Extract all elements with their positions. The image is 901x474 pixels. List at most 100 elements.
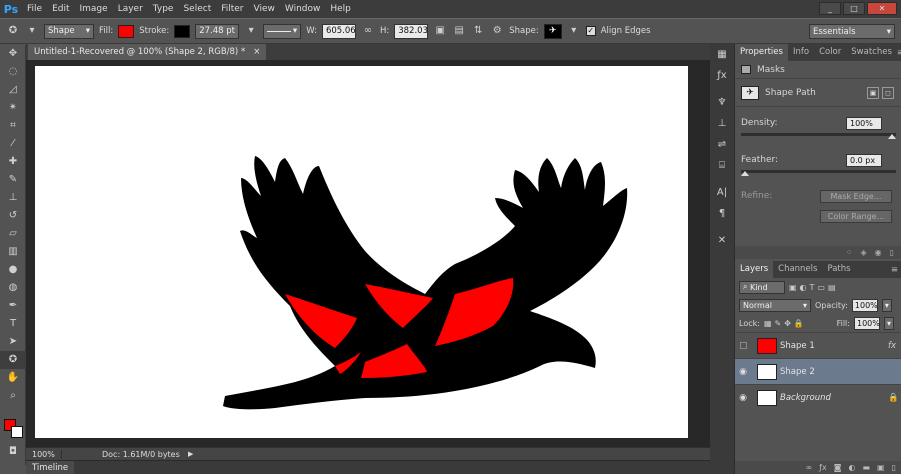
- menu-help[interactable]: Help: [325, 0, 356, 18]
- move-tool-icon[interactable]: ✥: [0, 45, 26, 63]
- layer-shape-2[interactable]: ◉ Shape 2: [735, 358, 901, 384]
- add-vector-mask-icon[interactable]: ◻: [882, 86, 894, 99]
- delete-layer-icon[interactable]: ▯: [892, 461, 896, 474]
- menu-file[interactable]: File: [22, 0, 47, 18]
- eye-icon[interactable]: ◉: [735, 393, 751, 403]
- tool-preset-dropdown-icon[interactable]: ▾: [25, 24, 39, 38]
- background-color-swatch[interactable]: [11, 426, 23, 438]
- new-group-icon[interactable]: ▬: [862, 461, 870, 474]
- layer-background[interactable]: ◉ Background 🔒: [735, 384, 901, 410]
- density-input[interactable]: 100%: [846, 116, 882, 130]
- eraser-tool-icon[interactable]: ▱: [0, 225, 26, 243]
- tab-color[interactable]: Color: [814, 44, 846, 61]
- menu-window[interactable]: Window: [280, 0, 326, 18]
- new-layer-icon[interactable]: ▣: [877, 461, 885, 474]
- workspace-select[interactable]: Essentials ▾: [809, 24, 895, 39]
- layer-shape-1[interactable]: Shape 1 fx: [735, 332, 901, 358]
- fx-panel-icon[interactable]: ƒx: [710, 65, 734, 86]
- path-operations-icon[interactable]: ▣: [433, 24, 447, 38]
- add-mask-icon[interactable]: ◙: [834, 461, 842, 474]
- lock-icons[interactable]: ▦✎✥🔒: [764, 319, 807, 328]
- menu-type[interactable]: Type: [148, 0, 179, 18]
- filter-icons[interactable]: ▣◐T▭▤: [789, 283, 839, 292]
- fill-swatch[interactable]: [118, 24, 135, 38]
- gradient-tool-icon[interactable]: ▥: [0, 243, 26, 261]
- close-button[interactable]: ✕: [867, 2, 897, 15]
- zoom-tool-icon[interactable]: ⌕: [0, 387, 26, 405]
- status-menu-arrow-icon[interactable]: ▶: [188, 450, 193, 458]
- density-slider-thumb[interactable]: [888, 134, 896, 139]
- link-layers-icon[interactable]: ∞: [805, 461, 812, 474]
- clone-stamp-tool-icon[interactable]: ⊥: [0, 189, 26, 207]
- new-adjustment-icon[interactable]: ◐: [848, 461, 855, 474]
- width-input[interactable]: 605.06: [321, 23, 356, 39]
- layer-filter-select[interactable]: ⌕ Kind: [739, 280, 785, 294]
- eye-icon[interactable]: ◉: [735, 367, 751, 377]
- history-brush-tool-icon[interactable]: ↺: [0, 207, 26, 225]
- stroke-swatch[interactable]: [174, 24, 191, 38]
- tab-layers[interactable]: Layers: [735, 261, 774, 278]
- menu-image[interactable]: Image: [75, 0, 113, 18]
- menu-select[interactable]: Select: [178, 0, 216, 18]
- shape-picker-dropdown-icon[interactable]: ▾: [567, 24, 581, 38]
- tab-swatches[interactable]: Swatches: [846, 44, 897, 61]
- opacity-input[interactable]: 100%: [851, 298, 878, 312]
- color-range-button[interactable]: Color Range...: [820, 209, 892, 223]
- tab-info[interactable]: Info: [788, 44, 814, 61]
- menu-view[interactable]: View: [249, 0, 280, 18]
- path-alignment-icon[interactable]: ▤: [452, 24, 466, 38]
- custom-shape-tool-icon[interactable]: ✪: [6, 24, 20, 38]
- brush-panel-icon[interactable]: ♆: [710, 92, 734, 113]
- load-selection-icon[interactable]: ⁘: [846, 246, 853, 259]
- add-pixel-mask-icon[interactable]: ▣: [867, 86, 879, 99]
- stroke-type-select[interactable]: ▾: [263, 23, 302, 39]
- path-arrangement-icon[interactable]: ⇅: [471, 24, 485, 38]
- tool-presets-panel-icon[interactable]: ⌸: [710, 155, 734, 176]
- dodge-tool-icon[interactable]: ◍: [0, 279, 26, 297]
- opacity-dropdown-icon[interactable]: ▾: [881, 298, 892, 312]
- marquee-tool-icon[interactable]: ◌: [0, 63, 26, 81]
- feather-input[interactable]: 0.0 px: [846, 153, 882, 167]
- fill-input[interactable]: 100%: [853, 316, 880, 330]
- density-slider[interactable]: [741, 133, 896, 139]
- lasso-tool-icon[interactable]: ◿: [0, 81, 26, 99]
- magic-wand-tool-icon[interactable]: ✴: [0, 99, 26, 117]
- crop-tool-icon[interactable]: ⌗: [0, 117, 26, 135]
- close-tab-icon[interactable]: ×: [253, 44, 260, 60]
- add-style-icon[interactable]: ƒx: [819, 461, 827, 474]
- menu-edit[interactable]: Edit: [47, 0, 74, 18]
- panel-menu-icon[interactable]: ≡: [897, 48, 901, 58]
- stroke-width-dropdown-icon[interactable]: ▾: [244, 24, 258, 38]
- eyedropper-tool-icon[interactable]: ⁄: [0, 135, 26, 153]
- menu-layer[interactable]: Layer: [113, 0, 148, 18]
- menu-filter[interactable]: Filter: [216, 0, 248, 18]
- shape-picker[interactable]: ✈: [543, 23, 562, 39]
- panel-menu-icon[interactable]: ≡: [891, 265, 901, 275]
- fx-icon[interactable]: fx: [888, 341, 901, 351]
- gear-icon[interactable]: ⚙: [490, 24, 504, 38]
- zoom-level[interactable]: 100%: [26, 449, 62, 459]
- clone-source-panel-icon[interactable]: ⊥: [710, 113, 734, 134]
- paragraph-panel-icon[interactable]: ¶: [710, 203, 734, 224]
- tools-options-panel-icon[interactable]: ✕: [710, 230, 734, 251]
- tab-paths[interactable]: Paths: [822, 261, 855, 278]
- align-edges-checkbox[interactable]: ✓: [585, 26, 596, 36]
- blend-mode-select[interactable]: Normal ▾: [739, 298, 811, 312]
- tool-mode-select[interactable]: Shape ▾: [44, 23, 94, 39]
- feather-slider-thumb[interactable]: [741, 171, 749, 176]
- delete-mask-icon[interactable]: ▯: [890, 246, 894, 259]
- fill-dropdown-icon[interactable]: ▾: [883, 316, 894, 330]
- blur-tool-icon[interactable]: ●: [0, 261, 26, 279]
- document-canvas[interactable]: [35, 66, 688, 438]
- height-input[interactable]: 382.03: [394, 23, 429, 39]
- maximize-button[interactable]: □: [843, 2, 865, 15]
- brush-tool-icon[interactable]: ✎: [0, 171, 26, 189]
- minimize-button[interactable]: _: [819, 2, 841, 15]
- custom-shape-tool-icon[interactable]: ✪: [0, 351, 26, 369]
- quick-mask-icon[interactable]: ◘: [0, 443, 26, 461]
- hand-tool-icon[interactable]: ✋: [0, 369, 26, 387]
- link-icon[interactable]: ∞: [361, 24, 375, 38]
- tab-channels[interactable]: Channels: [773, 261, 822, 278]
- healing-brush-tool-icon[interactable]: ✚: [0, 153, 26, 171]
- history-panel-icon[interactable]: ▦: [710, 44, 734, 65]
